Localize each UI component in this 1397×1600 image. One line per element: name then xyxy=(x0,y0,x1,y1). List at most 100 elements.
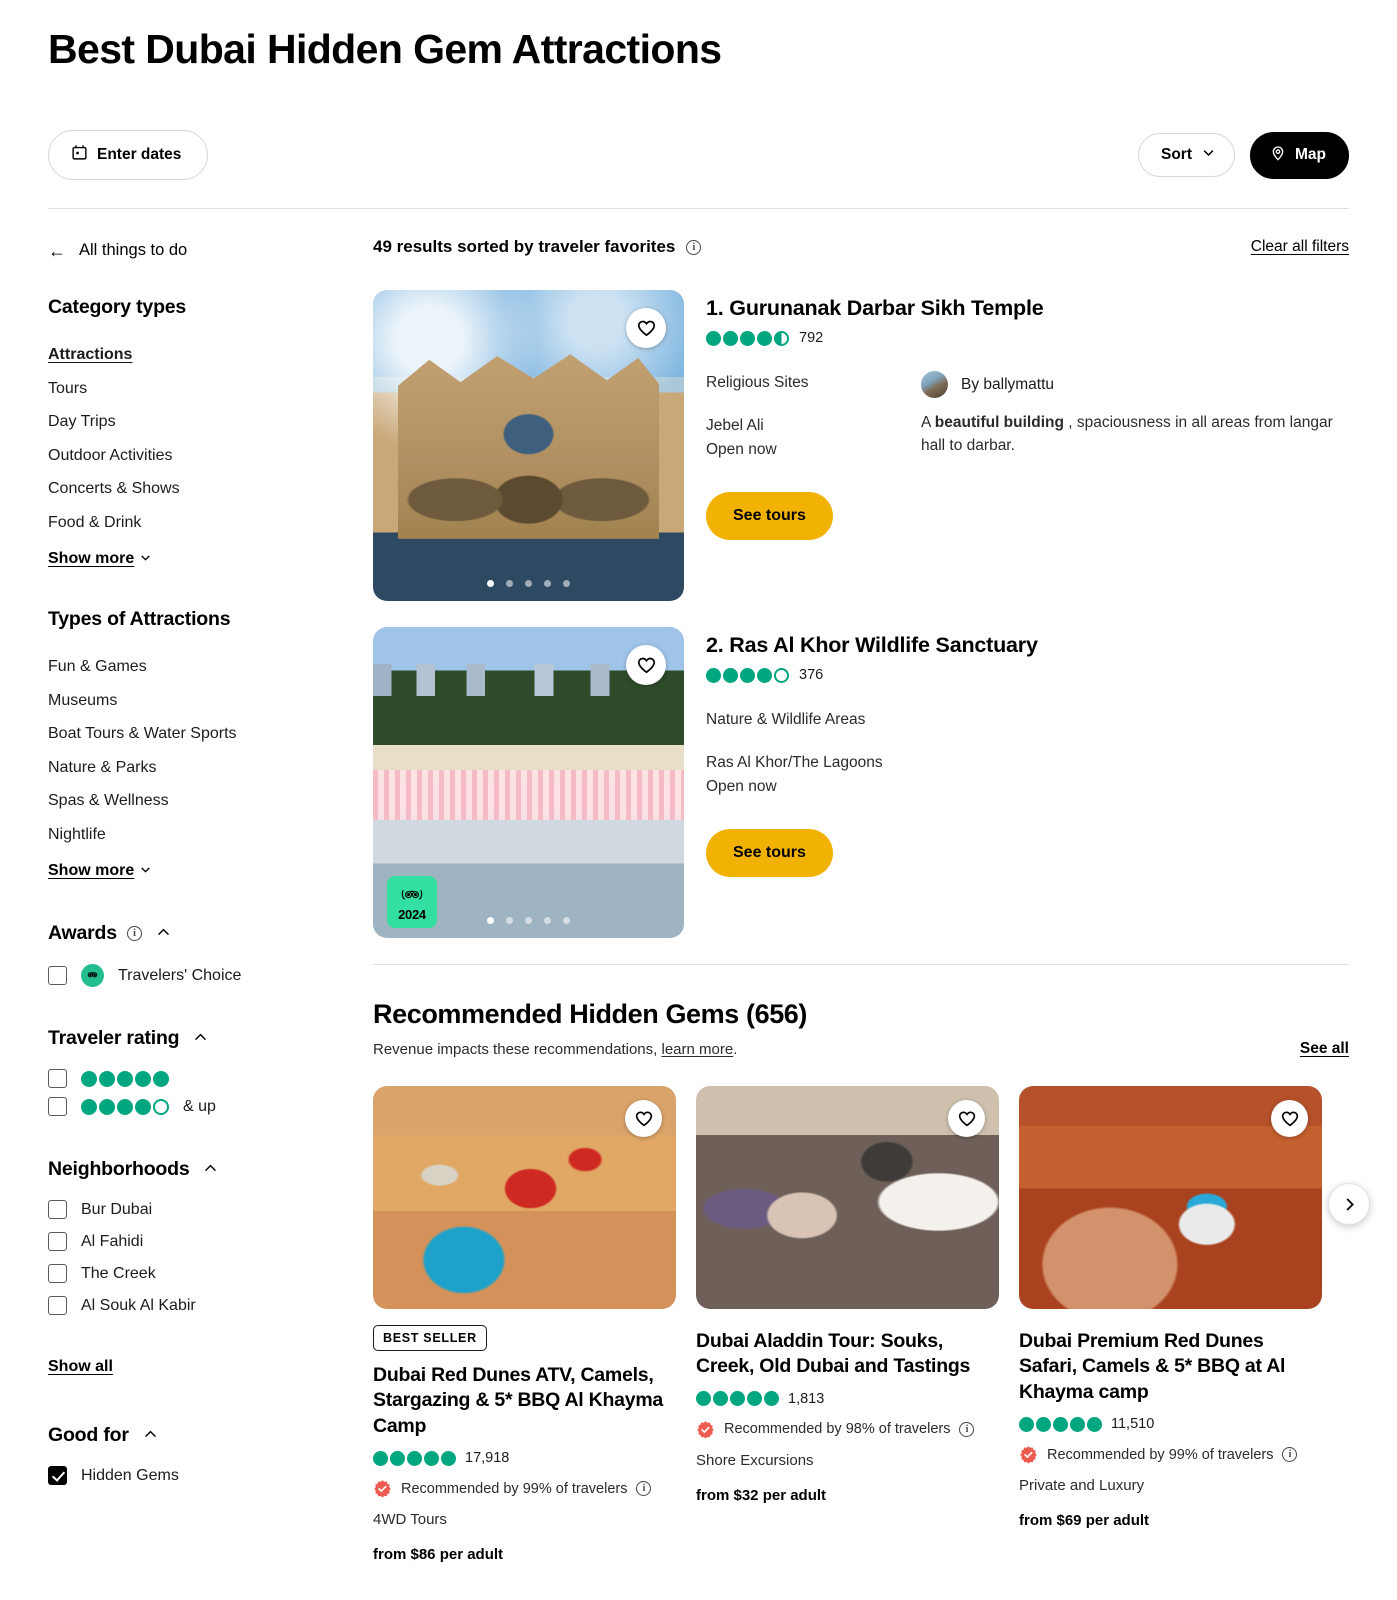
attraction-rating: 376 xyxy=(706,667,1349,683)
filter-nature-parks[interactable]: Nature & Parks xyxy=(48,751,373,785)
checkbox-box[interactable] xyxy=(48,1296,67,1316)
show-more-category-types[interactable]: Show more xyxy=(48,550,152,568)
results-column: 49 results sorted by traveler favorites … xyxy=(373,237,1370,1563)
checkbox-travelers-choice[interactable]: Travelers' Choice xyxy=(48,964,373,988)
save-heart-button[interactable] xyxy=(1271,1100,1308,1138)
product-title[interactable]: Dubai Red Dunes ATV, Camels, Stargazing … xyxy=(373,1363,676,1439)
product-rating: 17,918 xyxy=(373,1450,676,1466)
learn-more-link[interactable]: learn more xyxy=(661,1041,733,1058)
filter-museums[interactable]: Museums xyxy=(48,684,373,718)
filter-food-drink[interactable]: Food & Drink xyxy=(48,506,373,540)
attraction-photo[interactable] xyxy=(373,290,684,602)
filter-concerts-shows[interactable]: Concerts & Shows xyxy=(48,472,373,506)
save-heart-button[interactable] xyxy=(626,308,666,349)
chevron-up-icon[interactable] xyxy=(155,924,172,944)
checkbox-al-fahidi[interactable]: Al Fahidi xyxy=(48,1232,373,1252)
product-category: 4WD Tours xyxy=(373,1511,447,1529)
good-for-label: Good for xyxy=(48,1424,129,1447)
checkbox-box[interactable] xyxy=(48,1069,67,1089)
attraction-review-snippet: By ballymattu A beautiful building , spa… xyxy=(921,371,1349,540)
attraction-photo[interactable]: 2024 xyxy=(373,627,684,939)
clear-all-filters-link[interactable]: Clear all filters xyxy=(1251,238,1349,256)
attraction-result-card[interactable]: 1. Gurunanak Darbar Sikh Temple 792 Reli… xyxy=(373,290,1349,602)
chevron-up-icon[interactable] xyxy=(192,1029,209,1049)
chevron-up-icon[interactable] xyxy=(202,1160,219,1180)
filter-outdoor-activities[interactable]: Outdoor Activities xyxy=(48,439,373,473)
attraction-title[interactable]: 1. Gurunanak Darbar Sikh Temple xyxy=(706,296,1349,321)
see-tours-button[interactable]: See tours xyxy=(706,829,833,878)
filter-day-trips[interactable]: Day Trips xyxy=(48,405,373,439)
enter-dates-button[interactable]: Enter dates xyxy=(48,130,209,181)
results-header: 49 results sorted by traveler favorites … xyxy=(373,237,1349,257)
product-rating: 1,813 xyxy=(696,1391,999,1407)
search-results-page: Best Dubai Hidden Gem Attractions Enter … xyxy=(0,0,1397,1600)
show-more-types-of-attractions[interactable]: Show more xyxy=(48,862,152,880)
info-icon[interactable]: i xyxy=(686,239,702,255)
save-heart-button[interactable] xyxy=(948,1100,985,1138)
info-icon[interactable]: i xyxy=(636,1481,652,1497)
see-tours-button[interactable]: See tours xyxy=(706,492,833,541)
see-all-link[interactable]: See all xyxy=(1300,1040,1349,1058)
recommended-percent-label: Recommended by 99% of travelers xyxy=(401,1480,628,1497)
map-label: Map xyxy=(1295,146,1326,164)
rating-bubbles xyxy=(706,667,789,683)
product-price: from $69 per adult xyxy=(1019,1512,1150,1530)
arrow-left-icon: ← xyxy=(48,240,66,261)
sort-button[interactable]: Sort xyxy=(1138,133,1235,178)
checkbox-the-creek[interactable]: The Creek xyxy=(48,1264,373,1284)
rating-filter-5[interactable] xyxy=(48,1069,373,1089)
content-area: ← All things to do Category types Attrac… xyxy=(48,209,1370,1563)
photo-carousel-dots[interactable] xyxy=(373,917,684,925)
rating-filter-4-and-up[interactable]: & up xyxy=(48,1097,373,1117)
checkbox-hidden-gems[interactable]: Hidden Gems xyxy=(48,1466,373,1486)
checkbox-box[interactable] xyxy=(48,966,67,986)
filter-nightlife[interactable]: Nightlife xyxy=(48,818,373,852)
checkbox-box[interactable] xyxy=(48,1232,67,1252)
checkbox-box[interactable] xyxy=(48,1200,67,1220)
info-icon[interactable]: i xyxy=(126,926,142,942)
neighborhood-label: Bur Dubai xyxy=(81,1200,153,1218)
attraction-result-card[interactable]: 2024 2. Ras Al Khor Wildlife Sanctuary 3… xyxy=(373,627,1349,939)
filter-fun-games[interactable]: Fun & Games xyxy=(48,650,373,684)
info-icon[interactable]: i xyxy=(1282,1447,1298,1463)
recommended-product-card[interactable]: BEST SELLER Dubai Red Dunes ATV, Camels,… xyxy=(373,1086,676,1563)
save-heart-button[interactable] xyxy=(626,645,666,686)
toolbar-right: Sort Map xyxy=(1138,131,1349,179)
checkbox-box[interactable] xyxy=(48,1466,67,1486)
checkbox-bur-dubai[interactable]: Bur Dubai xyxy=(48,1200,373,1220)
filter-title-category-types: Category types xyxy=(48,296,187,319)
product-photo[interactable] xyxy=(1019,1086,1322,1310)
product-photo[interactable] xyxy=(373,1086,676,1310)
save-heart-button[interactable] xyxy=(625,1100,662,1138)
neighborhood-label: The Creek xyxy=(81,1264,156,1282)
checkbox-box[interactable] xyxy=(48,1264,67,1284)
filter-boat-tours-water-sports[interactable]: Boat Tours & Water Sports xyxy=(48,717,373,751)
review-count: 1,813 xyxy=(788,1390,825,1407)
checkbox-al-souk-al-kabir[interactable]: Al Souk Al Kabir xyxy=(48,1296,373,1316)
chevron-up-icon[interactable] xyxy=(142,1426,159,1446)
back-to-all-things-to-do[interactable]: ← All things to do xyxy=(48,241,373,260)
carousel-next-button[interactable] xyxy=(1328,1183,1370,1226)
recommended-product-card[interactable]: Dubai Aladdin Tour: Souks, Creek, Old Du… xyxy=(696,1086,999,1563)
filter-tours[interactable]: Tours xyxy=(48,372,373,406)
awards-label: Awards xyxy=(48,922,117,945)
disclaimer-period: . xyxy=(733,1041,738,1059)
product-title[interactable]: Dubai Premium Red Dunes Safari, Camels &… xyxy=(1019,1329,1322,1405)
attraction-category: Religious Sites xyxy=(706,374,809,392)
photo-carousel-dots[interactable] xyxy=(373,580,684,588)
filter-spas-wellness[interactable]: Spas & Wellness xyxy=(48,784,373,818)
product-title[interactable]: Dubai Aladdin Tour: Souks, Creek, Old Du… xyxy=(696,1329,999,1380)
rating-suffix-label: & up xyxy=(183,1097,216,1115)
attraction-title[interactable]: 2. Ras Al Khor Wildlife Sanctuary xyxy=(706,633,1349,658)
filter-attractions[interactable]: Attractions xyxy=(48,338,373,372)
checkbox-box[interactable] xyxy=(48,1097,67,1117)
reviewer-row: By ballymattu xyxy=(921,371,1349,399)
map-button[interactable]: Map xyxy=(1250,131,1349,179)
info-icon[interactable]: i xyxy=(959,1421,975,1437)
recommended-percent-row: Recommended by 98% of travelers i xyxy=(696,1420,999,1439)
show-all-neighborhoods[interactable]: Show all xyxy=(48,1358,113,1376)
product-photo[interactable] xyxy=(696,1086,999,1310)
rating-bubbles xyxy=(706,330,789,346)
recommended-product-card[interactable]: Dubai Premium Red Dunes Safari, Camels &… xyxy=(1019,1086,1322,1563)
product-category: Private and Luxury xyxy=(1019,1477,1145,1495)
